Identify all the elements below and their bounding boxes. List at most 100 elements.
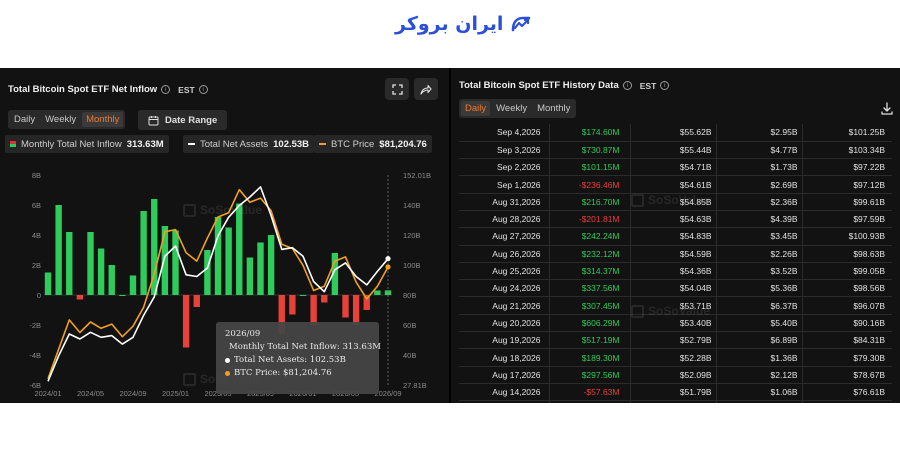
history-data-panel: Total Bitcoin Spot ETF History Data i ES… [451,68,900,403]
table-cell: $54.59B [629,245,716,263]
timezone-label: EST [639,80,657,91]
table-cell: $98.56B [801,279,892,298]
interval-tabs: Daily Weekly Monthly [8,110,126,129]
bar-swatch-icon [10,141,16,147]
table-cell: $189.30M [548,348,630,367]
table-row[interactable]: Aug 25,2026 $314.37M $54.36B $3.52B $99.05B [459,262,892,281]
info-icon[interactable]: i [161,85,171,94]
table-row[interactable]: Aug 26,2026 $232.12M $54.59B $2.26B $98.63B [459,245,892,263]
table-cell: Aug 21,2026 [459,296,549,315]
table-cell: $5.40B [715,314,802,333]
legend-label: Monthly Total Net Inflow [21,138,122,150]
table-row[interactable]: Aug 27,2026 $242.24M $54.83B $3.45B $100.93B [459,227,892,246]
legend-btc-price[interactable]: BTC Price $81,204.76 [314,135,432,153]
table-cell: $242.24M [548,227,630,246]
table-row[interactable]: Aug 13,2026-$131.13M$51.85B$1.24B$77.27B [459,400,892,403]
table-cell: Aug 20,2026 [459,314,549,333]
table-cell: $76.61B [801,383,892,402]
table-cell: $99.61B [801,193,892,211]
legend-value: $81,204.76 [379,138,427,150]
table-cell: Aug 24,2026 [459,279,549,298]
table-cell: $54.04B [629,279,716,298]
tab-daily[interactable]: Daily [461,101,491,116]
x-tick-label: 2025/01 [162,389,189,398]
inflow-bar [108,265,115,295]
btc-point-marker [385,264,391,270]
tab-monthly[interactable]: Monthly [82,112,124,127]
line-swatch-icon [319,143,326,145]
y-tick-label-left: 2B [32,261,41,270]
table-cell: Aug 26,2026 [459,245,549,263]
legend-net-assets[interactable]: Total Net Assets 102.53B [183,135,315,153]
download-icon[interactable] [880,102,894,116]
inflow-bar [321,295,328,303]
inflow-bar [299,295,307,296]
table-cell: $79.30B [801,348,892,367]
tab-daily[interactable]: Daily [10,112,39,127]
table-cell: $730.87M [548,141,630,160]
table-cell: Aug 28,2026 [459,210,549,229]
tab-weekly[interactable]: Weekly [492,101,531,116]
share-button[interactable] [414,78,438,100]
table-row[interactable]: Aug 17,2026 $297.56M $52.09B $2.12B $78.67B [459,366,892,384]
tooltip-row: Total Net Assets: 102.53B [225,355,370,365]
table-cell: -$131.13M [548,400,630,403]
info-icon[interactable]: i [622,81,632,90]
table-cell: $2.36B [715,193,802,211]
table-cell: $54.63B [629,210,716,229]
timezone-info-icon[interactable]: i [660,81,670,90]
table-cell: $606.29M [548,314,630,333]
table-cell: $77.27B [801,400,892,403]
table-row[interactable]: Sep 2,2026 $101.15M $54.71B $1.73B $97.22B [459,158,892,177]
history-table[interactable]: Sep 4,2026 $174.60M $55.62B $2.95B $101.25B S… [459,124,892,403]
table-cell: $97.12B [801,175,892,194]
net-inflow-panel: Total Bitcoin Spot ETF Net Inflow i EST … [0,68,449,403]
series-dot-icon [225,357,230,363]
table-row[interactable]: Aug 31,2026 $216.70M $54.85B $2.36B $99.61B [459,193,892,211]
table-cell: $1.24B [715,400,802,403]
fullscreen-button[interactable] [385,78,409,100]
table-cell: $54.85B [629,193,716,211]
inflow-bar [257,242,264,295]
table-cell: $54.61B [629,175,716,194]
panel-title-text: Total Bitcoin Spot ETF History Data [459,80,619,91]
table-cell: $216.70M [548,193,630,211]
legend-net-inflow[interactable]: Monthly Total Net Inflow 313.63M [5,135,169,153]
table-row[interactable]: Aug 20,2026 $606.29M $53.40B $5.40B $90.16B [459,314,892,333]
inflow-bar [214,217,222,295]
table-cell: $53.40B [629,314,716,333]
brand-logo[interactable]: ایران بروکر [395,12,533,36]
table-cell: $232.12M [548,245,630,263]
table-cell: $174.60M [548,124,630,142]
tooltip-text: Total Net Assets: 102.53B [234,355,346,365]
tooltip-row: Monthly Total Net Inflow: 313.63M [225,342,381,352]
table-cell: $52.79B [629,331,716,350]
table-cell: $307.45M [548,296,630,315]
date-range-button[interactable]: Date Range [138,110,228,130]
legend-label: BTC Price [331,138,375,150]
y-tick-label-right: 60B [403,321,416,330]
table-row[interactable]: Aug 18,2026 $189.30M $52.28B $1.36B $79.30B [459,348,892,367]
table-cell: $6.37B [715,296,802,315]
table-cell: $90.16B [801,314,892,333]
table-row[interactable]: Aug 14,2026 -$57.63M $51.79B $1.06B $76.61B [459,383,892,402]
table-row[interactable]: Aug 28,2026 -$201.81M $54.63B $4.39B $97.59B [459,210,892,229]
table-cell: $101.25B [801,124,892,142]
table-row[interactable]: Aug 24,2026 $337.56M $54.04B $5.36B $98.56B [459,279,892,298]
panel-title-text: Total Bitcoin Spot ETF Net Inflow [8,84,158,95]
table-row[interactable]: Aug 21,2026 $307.45M $53.71B $6.37B $96.07B [459,296,892,315]
tab-weekly[interactable]: Weekly [41,112,80,127]
table-cell: $1.06B [715,383,802,402]
table-row[interactable]: Sep 1,2026 -$236.46M $54.61B $2.69B $97.12B [459,175,892,194]
tooltip-date: 2026/09 [225,329,261,339]
tab-monthly[interactable]: Monthly [533,101,574,116]
x-tick-label: 2024/09 [119,389,146,398]
table-cell: Aug 14,2026 [459,383,549,402]
table-row[interactable]: Aug 19,2026 $517.19M $52.79B $6.89B $84.31B [459,331,892,350]
table-cell: $1.73B [715,158,802,177]
y-tick-label-left: 4B [32,231,41,240]
timezone-info-icon[interactable]: i [198,85,208,94]
table-row[interactable]: Sep 4,2026 $174.60M $55.62B $2.95B $101.25B [459,124,892,142]
table-row[interactable]: Sep 3,2026 $730.87M $55.44B $4.77B $103.34B [459,141,892,160]
table-cell: $52.09B [629,366,716,384]
